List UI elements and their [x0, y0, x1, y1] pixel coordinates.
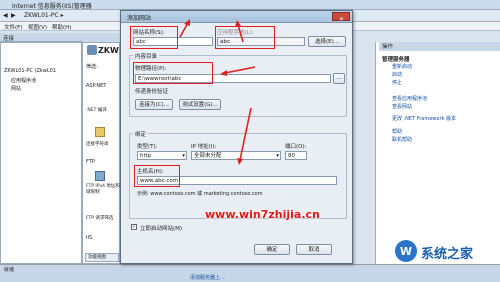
- brand-logo: W 系统之家: [393, 238, 500, 264]
- svg-text:W: W: [400, 245, 412, 258]
- arrow-site-name: [179, 22, 189, 38]
- arrow-head-icon: [220, 70, 227, 76]
- arrow-physical-path: [224, 66, 256, 74]
- arrow-head-icon: [184, 19, 190, 26]
- arrow-hostname: [239, 107, 252, 161]
- brand-text: 系统之家: [421, 247, 474, 262]
- arrow-head-icon: [237, 158, 243, 165]
- arrow-app-pool: [237, 24, 244, 43]
- arrow-head-icon: [235, 20, 241, 27]
- watermark-text: www.win7zhijia.cn: [205, 208, 320, 221]
